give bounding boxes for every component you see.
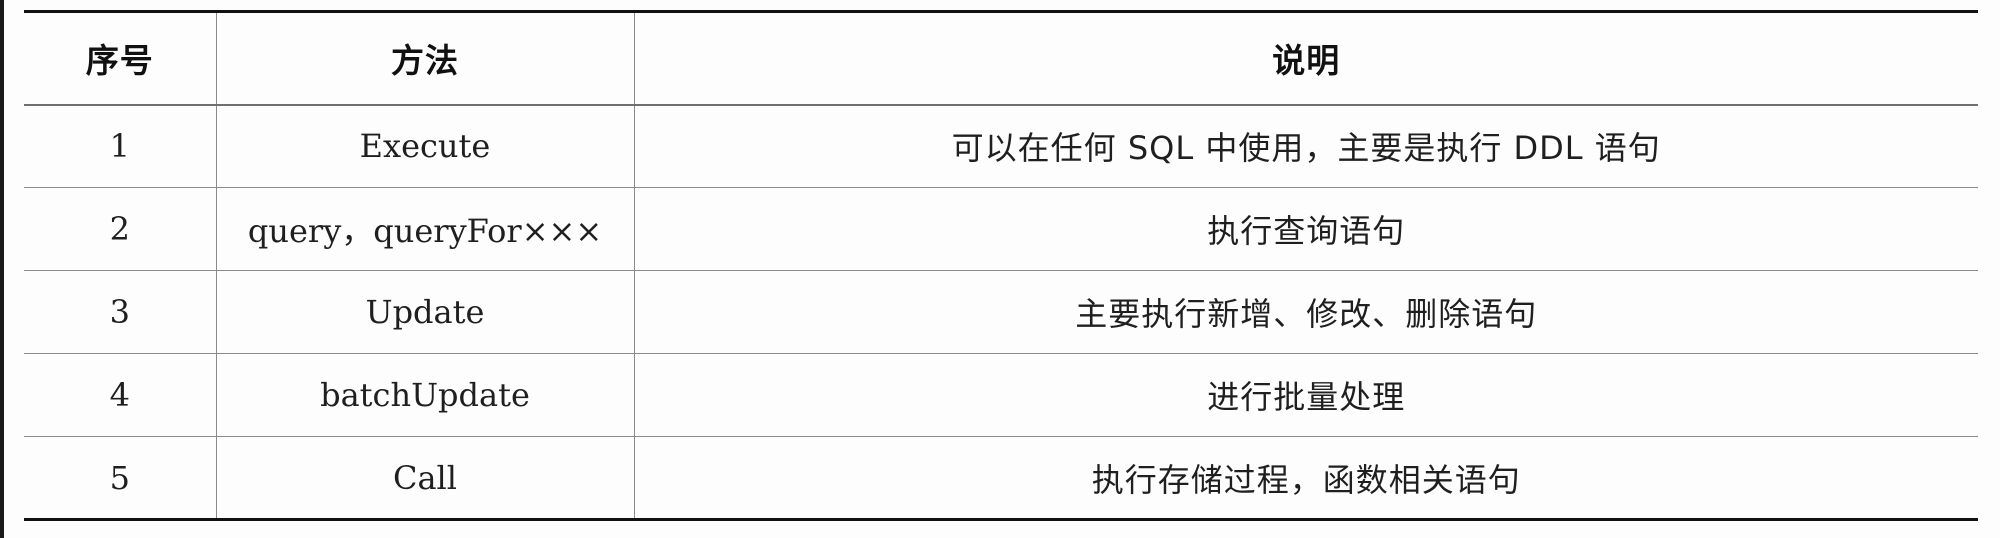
row-index: 1 [24, 104, 217, 188]
row-method: Update [215, 270, 635, 354]
header-description: 说明 [633, 10, 1978, 106]
methods-table: 序号 方法 说明 1 Execute 可以在任何 SQL 中使用，主要是执行 D… [24, 10, 1978, 521]
header-index: 序号 [24, 10, 217, 106]
table-row: 2 query，queryFor××× 执行查询语句 [24, 187, 1978, 271]
row-method: batchUpdate [215, 353, 635, 437]
row-index: 3 [24, 270, 217, 354]
row-method: Execute [215, 104, 635, 188]
row-description: 执行查询语句 [633, 187, 1978, 271]
row-method: Call [215, 436, 635, 521]
left-border [0, 0, 4, 538]
row-method: query，queryFor××× [215, 187, 635, 271]
row-description: 可以在任何 SQL 中使用，主要是执行 DDL 语句 [633, 104, 1978, 188]
row-index: 4 [24, 353, 217, 437]
row-index: 2 [24, 187, 217, 271]
row-description: 主要执行新增、修改、删除语句 [633, 270, 1978, 354]
page: 序号 方法 说明 1 Execute 可以在任何 SQL 中使用，主要是执行 D… [0, 0, 2000, 538]
table-header-row: 序号 方法 说明 [24, 10, 1978, 106]
table-row: 1 Execute 可以在任何 SQL 中使用，主要是执行 DDL 语句 [24, 104, 1978, 188]
row-index: 5 [24, 436, 217, 521]
table-row: 3 Update 主要执行新增、修改、删除语句 [24, 270, 1978, 354]
header-method: 方法 [215, 10, 635, 106]
row-description: 进行批量处理 [633, 353, 1978, 437]
table-row: 5 Call 执行存储过程，函数相关语句 [24, 436, 1978, 521]
row-description: 执行存储过程，函数相关语句 [633, 436, 1978, 521]
table-row: 4 batchUpdate 进行批量处理 [24, 353, 1978, 437]
